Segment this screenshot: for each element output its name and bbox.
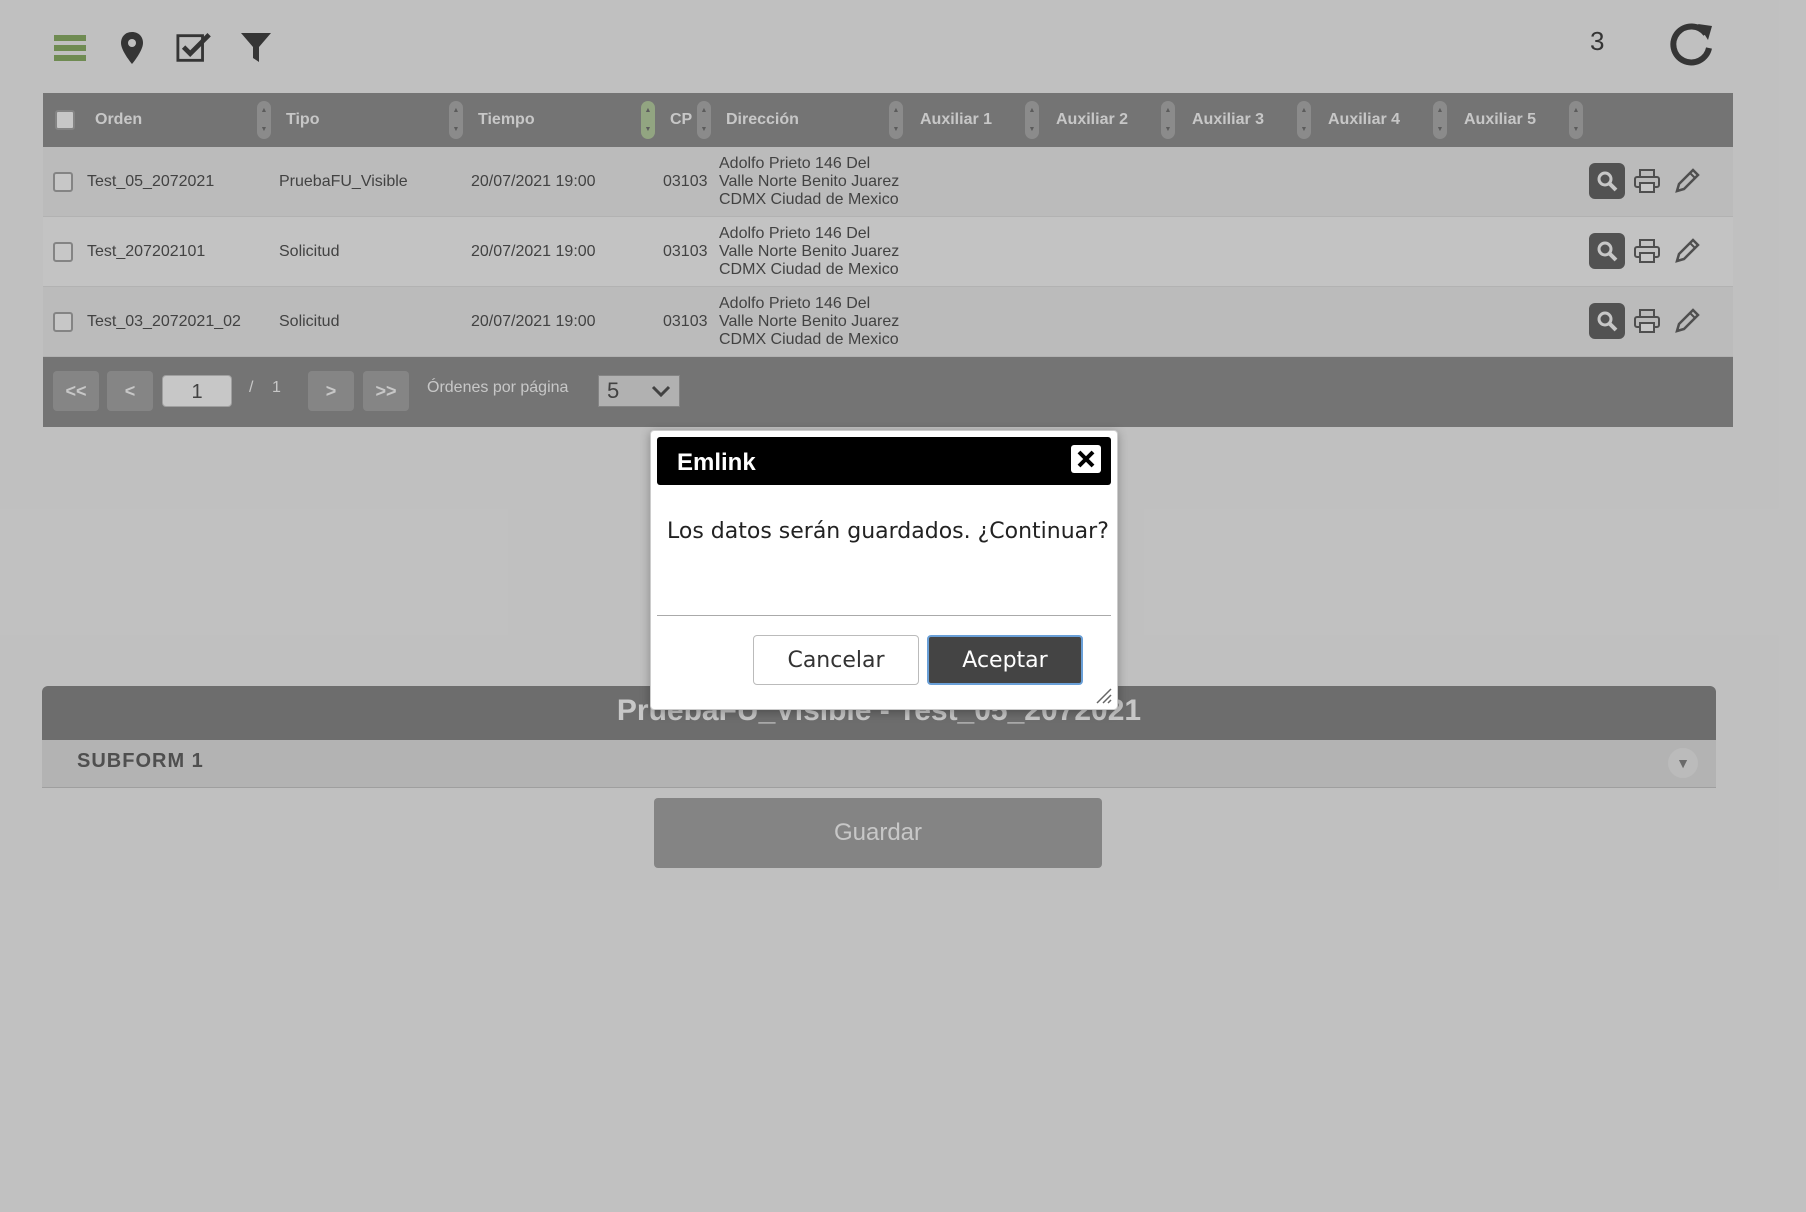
dialog-titlebar: Emlink — [657, 437, 1111, 485]
dialog-title: Emlink — [677, 449, 756, 476]
close-icon[interactable] — [1071, 445, 1101, 473]
confirm-dialog: Emlink Los datos serán guardados. ¿Conti… — [650, 430, 1118, 710]
dialog-divider — [657, 615, 1111, 616]
dialog-message: Los datos serán guardados. ¿Continuar? — [667, 519, 1109, 544]
cancel-button[interactable]: Cancelar — [753, 635, 919, 685]
accept-button[interactable]: Aceptar — [927, 635, 1083, 685]
resize-handle-icon[interactable] — [1093, 685, 1113, 705]
